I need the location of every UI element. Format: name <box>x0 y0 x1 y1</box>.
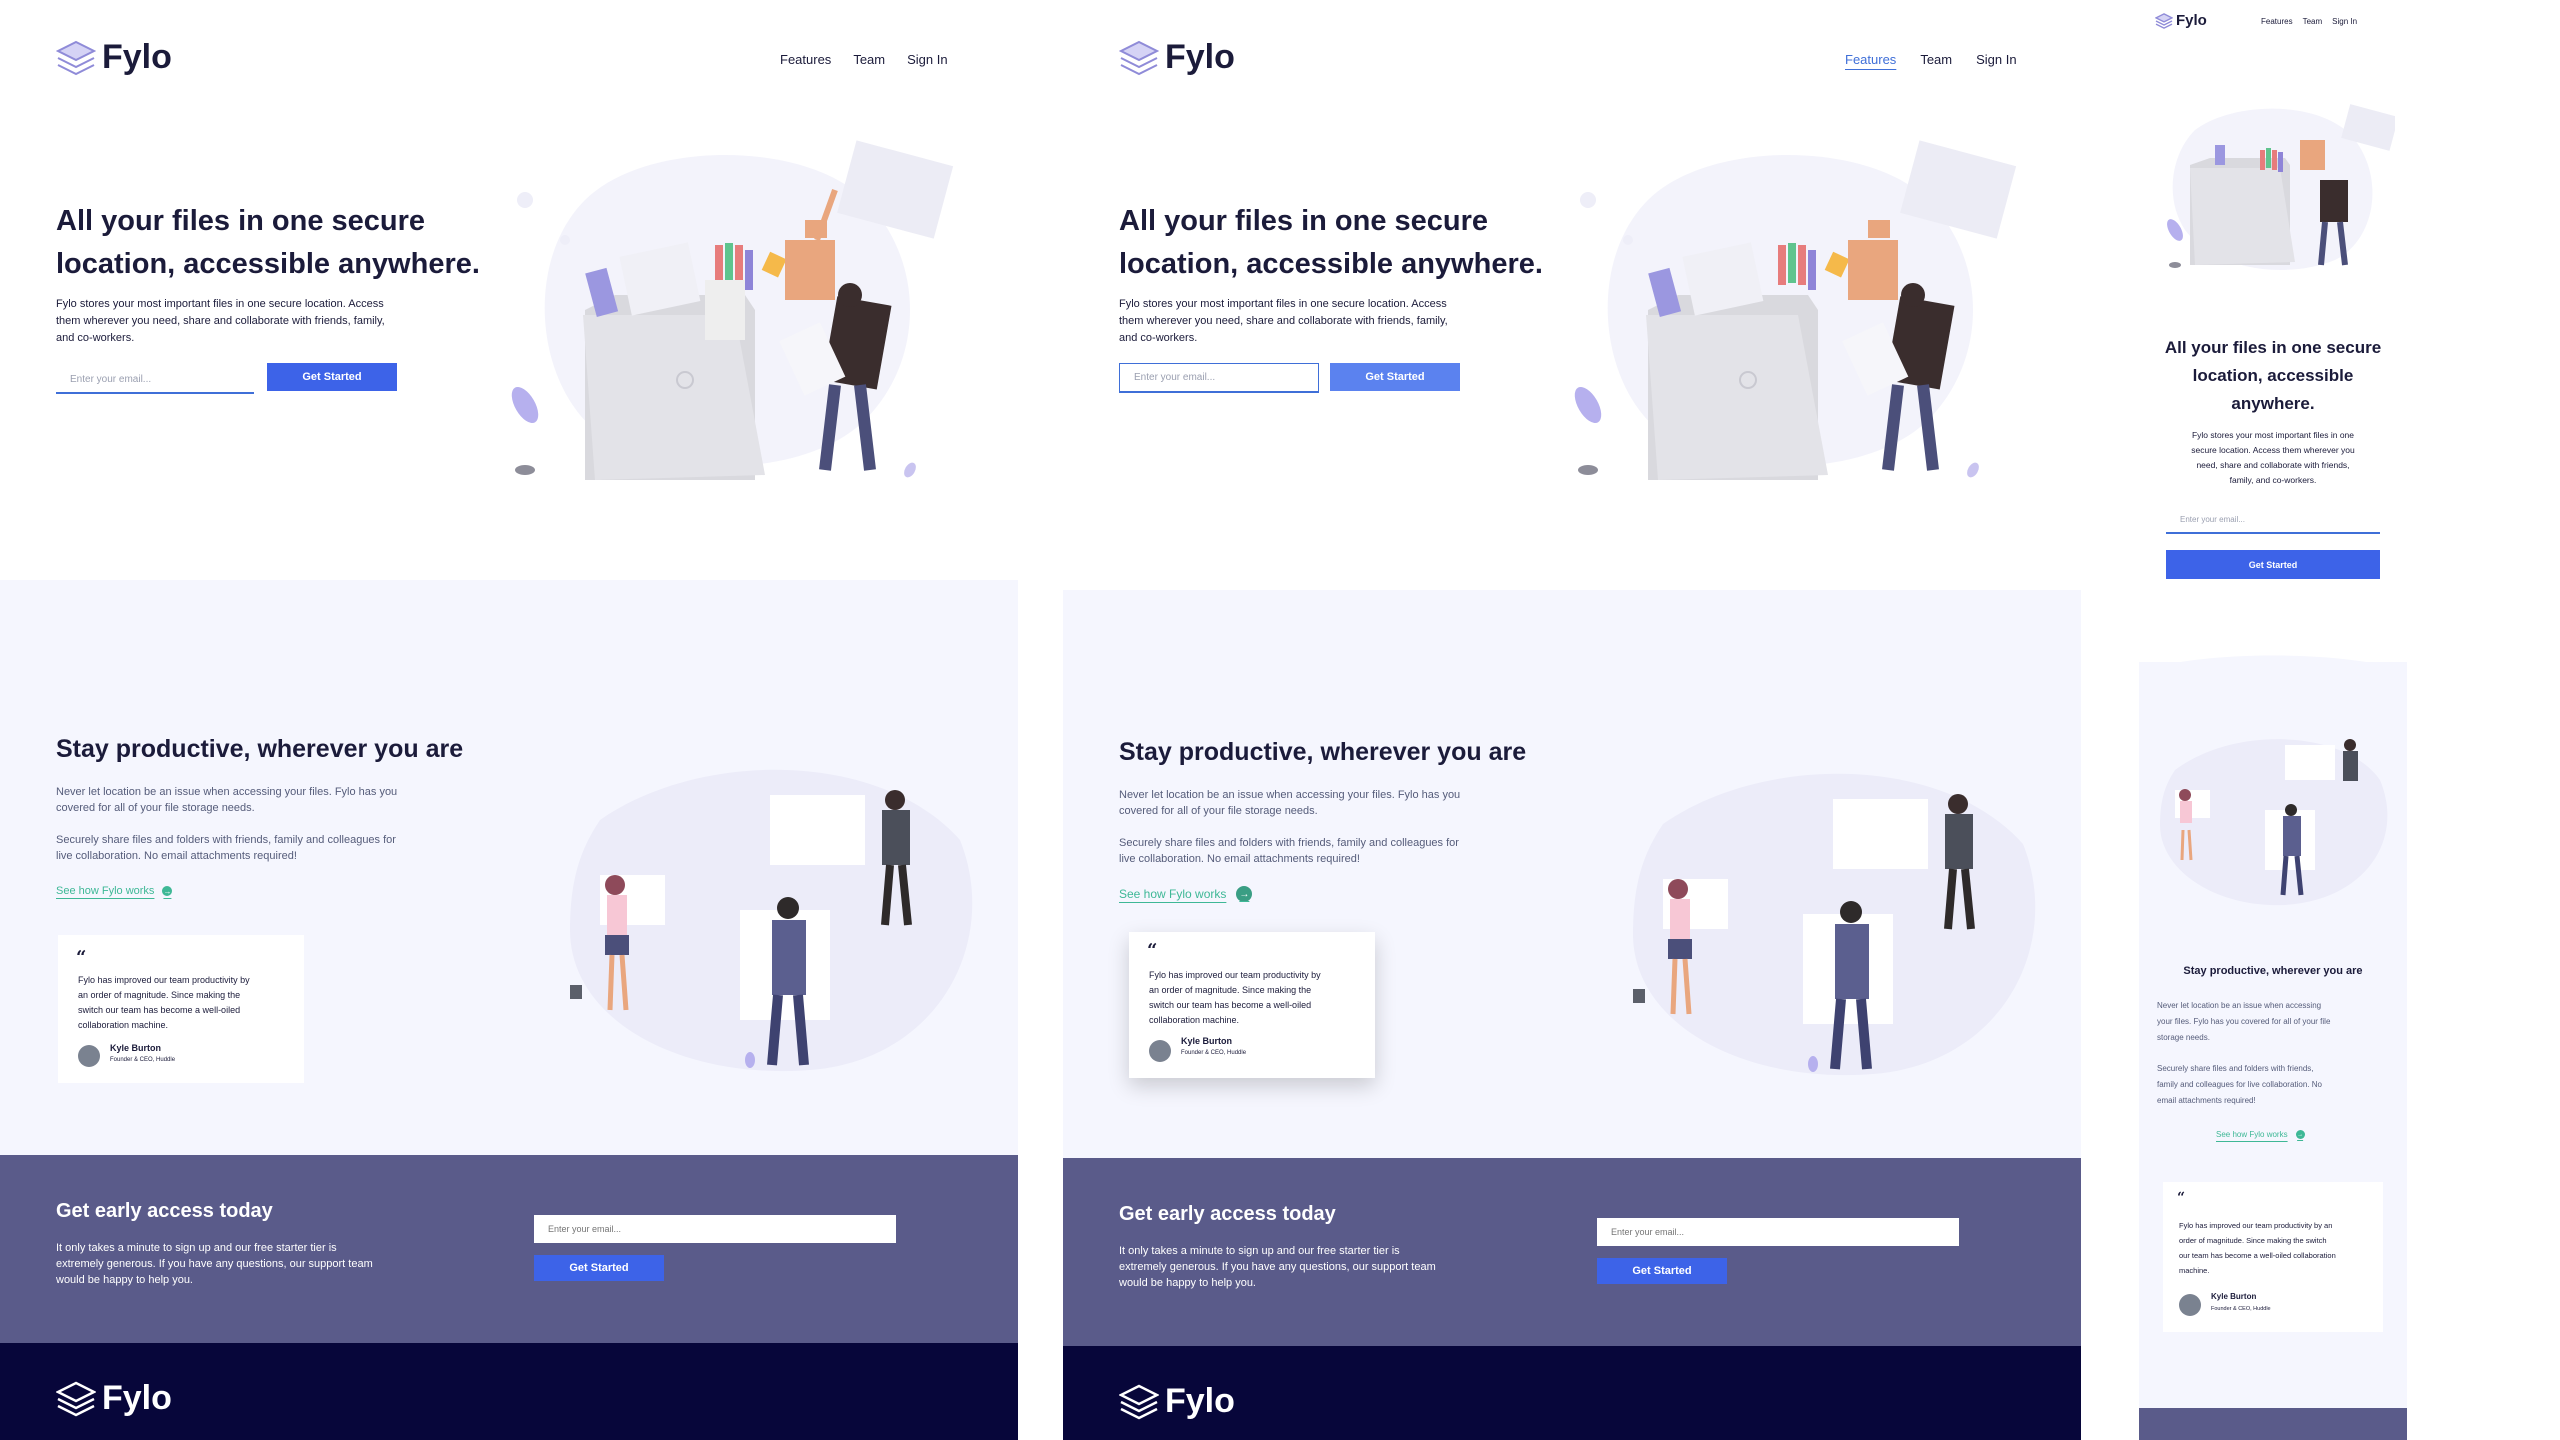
layers-icon <box>1119 40 1159 75</box>
hero-email-input[interactable] <box>1119 363 1319 393</box>
layers-icon <box>56 40 96 75</box>
layers-icon <box>1119 1384 1159 1419</box>
early-access-section <box>2139 1408 2407 1440</box>
nav-team[interactable]: Team <box>1920 52 1952 67</box>
footer-brand-name: Fylo <box>1165 1382 1235 1420</box>
testimonial-text: Fylo has improved our team productivity … <box>2179 1221 2336 1275</box>
brand-name: Fylo <box>1165 38 1235 76</box>
hero-title: All your files in one secure location, ac… <box>2164 338 2382 413</box>
early-access-title: Get early access today <box>56 1200 273 1222</box>
see-how-link[interactable]: See how Fylo works → <box>2216 1130 2305 1139</box>
productive-para-2: Securely share files and folders with fr… <box>56 834 396 862</box>
layers-icon <box>2155 12 2173 29</box>
testimonial-text: Fylo has improved our team productivity … <box>1149 970 1321 1025</box>
hero-get-started-button[interactable]: Get Started <box>1330 363 1460 391</box>
section-curve <box>0 570 1018 680</box>
testimonial-role: Founder & CEO, Huddle <box>1181 1050 1247 1056</box>
footer: Fylo <box>1063 1346 2081 1440</box>
hero-illustration <box>2167 104 2395 270</box>
early-access-desc: It only takes a minute to sign up and ou… <box>56 1242 373 1286</box>
productive-para-1: Never let location be an issue when acce… <box>56 786 398 814</box>
testimonial-text: Fylo has improved our team productivity … <box>78 975 250 1030</box>
hero-description: Fylo stores your most important files in… <box>2191 430 2355 485</box>
productive-para-1: Never let location be an issue when acce… <box>1119 789 1461 817</box>
early-email-input[interactable] <box>1597 1218 1959 1246</box>
brand-logo[interactable]: Fylo <box>2155 12 2207 29</box>
early-access-title: Get early access today <box>1119 1203 1336 1225</box>
nav-features[interactable]: Features <box>1845 52 1896 67</box>
footer: Fylo <box>0 1343 1018 1440</box>
productive-illustration <box>570 769 973 1072</box>
section-curve <box>2139 655 2407 680</box>
avatar <box>1149 1040 1171 1062</box>
quote-icon: “ <box>2177 1190 2186 1206</box>
main-nav: Features Team Sign In <box>1845 52 2017 67</box>
see-how-link[interactable]: See how Fylo works → <box>56 885 173 897</box>
arrow-right-icon: → <box>2295 1130 2305 1139</box>
see-how-link[interactable]: See how Fylo works → <box>1119 886 1253 902</box>
section-curve <box>1063 598 2081 685</box>
early-access-section: Get early access today It only takes a m… <box>0 1155 1018 1343</box>
early-email-input[interactable] <box>534 1215 896 1243</box>
hero-get-started-button[interactable]: Get Started <box>267 363 397 391</box>
nav-team[interactable]: Team <box>2303 17 2323 26</box>
productive-para-2: Securely share files and folders with fr… <box>1119 837 1459 865</box>
arrow-right-icon: → <box>162 886 173 896</box>
nav-signin[interactable]: Sign In <box>1976 52 2016 67</box>
nav-features[interactable]: Features <box>2261 17 2293 26</box>
productive-title: Stay productive, wherever you are <box>1119 738 1527 766</box>
quote-icon: “ <box>76 947 87 968</box>
productive-para-2: Securely share files and folders with fr… <box>2157 1064 2322 1105</box>
hero-title: All your files in one secure location, a… <box>56 205 480 280</box>
quote-icon: “ <box>1147 940 1158 961</box>
testimonial-name: Kyle Burton <box>1181 1036 1233 1046</box>
brand-logo[interactable]: Fylo <box>56 38 172 77</box>
productive-para-1: Never let location be an issue when acce… <box>2157 1001 2331 1042</box>
footer-logo[interactable]: Fylo <box>1119 1382 1235 1421</box>
early-get-started-button[interactable]: Get Started <box>1597 1258 1727 1284</box>
brand-logo[interactable]: Fylo <box>1119 38 1235 77</box>
early-access-section: Get early access today It only takes a m… <box>1063 1158 2081 1346</box>
footer-logo[interactable]: Fylo <box>56 1379 172 1418</box>
desktop-view: Fylo Features Team Sign In All your file… <box>0 0 1018 1440</box>
productive-title: Stay productive, wherever you are <box>2183 965 2363 977</box>
layers-icon <box>56 1381 96 1416</box>
hero-illustration <box>511 140 954 480</box>
testimonial-role: Founder & CEO, Huddle <box>110 1057 176 1063</box>
hero-description: Fylo stores your most important files in… <box>56 298 385 344</box>
nav-signin[interactable]: Sign In <box>2332 17 2357 26</box>
hero-get-started-button[interactable]: Get Started <box>2166 550 2380 579</box>
hero-title: All your files in one secure location, ac… <box>1119 205 1543 280</box>
brand-name: Fylo <box>102 38 172 76</box>
nav-team[interactable]: Team <box>853 52 885 67</box>
avatar <box>2179 1294 2201 1316</box>
productive-illustration <box>2160 739 2388 906</box>
main-nav: Features Team Sign In <box>780 52 948 67</box>
desktop-hover-view: Fylo Features Team Sign In All your file… <box>1063 0 2081 1440</box>
nav-signin[interactable]: Sign In <box>907 52 947 67</box>
testimonial-name: Kyle Burton <box>2211 1292 2257 1301</box>
testimonial-role: Founder & CEO, Huddle <box>2211 1306 2271 1312</box>
avatar <box>78 1045 100 1067</box>
testimonial-card: “ Fylo has improved our team productivit… <box>2163 1182 2383 1332</box>
nav-features[interactable]: Features <box>780 52 831 67</box>
early-access-desc: It only takes a minute to sign up and ou… <box>1119 1245 1436 1289</box>
mobile-view: Fylo Features Team Sign In All your file… <box>2139 0 2407 1440</box>
early-get-started-button[interactable]: Get Started <box>534 1255 664 1281</box>
arrow-right-icon: → <box>1236 886 1253 902</box>
hero-description: Fylo stores your most important files in… <box>1119 298 1448 344</box>
hero-email-input[interactable] <box>56 366 254 394</box>
hero-illustration <box>1574 140 2017 480</box>
main-nav: Features Team Sign In <box>2261 17 2357 26</box>
footer-brand-name: Fylo <box>102 1379 172 1417</box>
hero-email-input[interactable] <box>2166 506 2380 534</box>
productive-illustration <box>1633 773 2036 1076</box>
testimonial-name: Kyle Burton <box>110 1043 162 1053</box>
productive-title: Stay productive, wherever you are <box>56 735 464 763</box>
testimonial-card: “ Fylo has improved our team productivit… <box>58 935 304 1083</box>
brand-name: Fylo <box>2176 12 2207 29</box>
testimonial-card: “ Fylo has improved our team productivit… <box>1129 932 1375 1078</box>
